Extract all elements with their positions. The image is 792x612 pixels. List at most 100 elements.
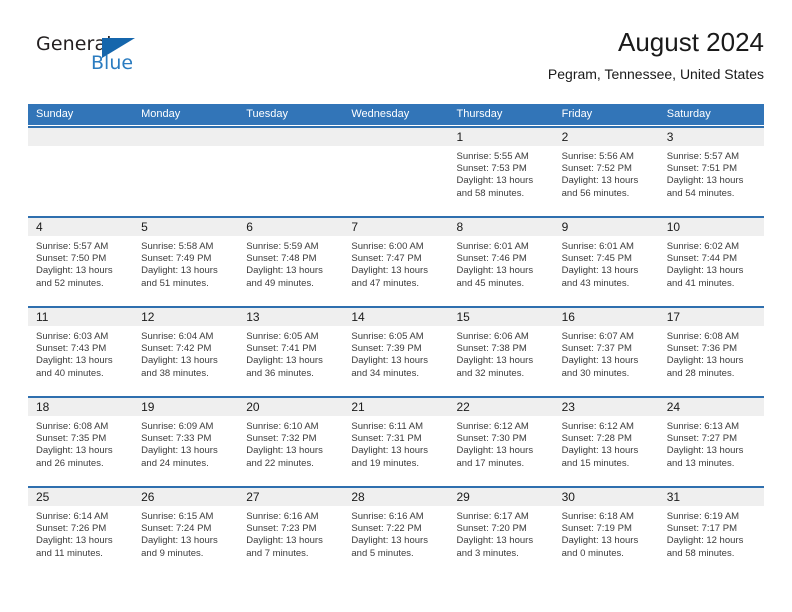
calendar-week-row: 11 12 13 14 15 16 17 Sunrise: 6:03 AM Su… <box>28 306 764 395</box>
day-number[interactable]: 5 <box>133 218 238 236</box>
day-number[interactable]: 26 <box>133 488 238 506</box>
day-number[interactable]: 21 <box>343 398 448 416</box>
day-cell[interactable]: Sunrise: 6:01 AM Sunset: 7:45 PM Dayligh… <box>554 236 659 305</box>
day-number[interactable]: 3 <box>659 128 764 146</box>
day-cell[interactable]: Sunrise: 6:00 AM Sunset: 7:47 PM Dayligh… <box>343 236 448 305</box>
day-number[interactable]: 2 <box>554 128 659 146</box>
day-number[interactable] <box>28 128 133 146</box>
day-cell[interactable]: Sunrise: 6:18 AM Sunset: 7:19 PM Dayligh… <box>554 506 659 575</box>
day-number[interactable]: 24 <box>659 398 764 416</box>
calendar-week-row: 4 5 6 7 8 9 10 Sunrise: 5:57 AM Sunset: … <box>28 216 764 305</box>
day-number[interactable]: 9 <box>554 218 659 236</box>
daylight-text-line1: Daylight: 13 hours <box>351 445 428 457</box>
day-cell[interactable]: Sunrise: 6:10 AM Sunset: 7:32 PM Dayligh… <box>238 416 343 485</box>
day-cell[interactable]: Sunrise: 6:02 AM Sunset: 7:44 PM Dayligh… <box>659 236 764 305</box>
weekday-header-friday: Friday <box>561 108 593 120</box>
day-cell[interactable]: Sunrise: 5:56 AM Sunset: 7:52 PM Dayligh… <box>554 146 659 215</box>
day-number[interactable]: 1 <box>449 128 554 146</box>
day-cell[interactable]: Sunrise: 6:09 AM Sunset: 7:33 PM Dayligh… <box>133 416 238 485</box>
day-cell[interactable] <box>133 146 238 215</box>
day-number[interactable]: 18 <box>28 398 133 416</box>
day-number[interactable]: 28 <box>343 488 448 506</box>
daylight-text-line2: and 40 minutes. <box>36 367 104 379</box>
day-number[interactable]: 13 <box>238 308 343 326</box>
daylight-text-line2: and 3 minutes. <box>456 547 519 559</box>
daylight-text-line2: and 41 minutes. <box>666 277 735 289</box>
daylight-text-line2: and 34 minutes. <box>351 367 419 379</box>
sunrise-text: Sunrise: 6:01 AM <box>456 241 529 252</box>
day-cell[interactable]: Sunrise: 6:06 AM Sunset: 7:38 PM Dayligh… <box>449 326 554 395</box>
day-number[interactable]: 19 <box>133 398 238 416</box>
brand-logo[interactable]: General Blue <box>36 33 156 79</box>
day-cell[interactable]: Sunrise: 6:17 AM Sunset: 7:20 PM Dayligh… <box>449 506 554 575</box>
day-number[interactable]: 17 <box>659 308 764 326</box>
day-number[interactable]: 6 <box>238 218 343 236</box>
day-cell[interactable]: Sunrise: 6:07 AM Sunset: 7:37 PM Dayligh… <box>554 326 659 395</box>
day-number[interactable]: 29 <box>449 488 554 506</box>
daylight-text-line2: and 49 minutes. <box>246 277 314 289</box>
day-cell[interactable]: Sunrise: 5:57 AM Sunset: 7:51 PM Dayligh… <box>659 146 764 215</box>
day-cell[interactable]: Sunrise: 5:55 AM Sunset: 7:53 PM Dayligh… <box>449 146 554 215</box>
day-number[interactable]: 20 <box>238 398 343 416</box>
sunrise-text: Sunrise: 6:08 AM <box>36 421 109 432</box>
day-cell[interactable]: Sunrise: 6:04 AM Sunset: 7:42 PM Dayligh… <box>133 326 238 395</box>
day-cell[interactable] <box>238 146 343 215</box>
day-number[interactable]: 7 <box>343 218 448 236</box>
weekday-header-thursday: Thursday <box>456 108 503 120</box>
day-number[interactable]: 12 <box>133 308 238 326</box>
sunrise-text: Sunrise: 6:14 AM <box>36 511 109 522</box>
daylight-text-line2: and 30 minutes. <box>561 367 630 379</box>
day-cell[interactable]: Sunrise: 6:12 AM Sunset: 7:30 PM Dayligh… <box>449 416 554 485</box>
sunset-text: Sunset: 7:43 PM <box>36 343 107 355</box>
day-number[interactable] <box>133 128 238 146</box>
day-cell[interactable] <box>28 146 133 215</box>
sunrise-text: Sunrise: 6:03 AM <box>36 331 109 342</box>
daylight-text-line2: and 28 minutes. <box>666 367 735 379</box>
day-number[interactable]: 14 <box>343 308 448 326</box>
day-cell[interactable]: Sunrise: 6:08 AM Sunset: 7:35 PM Dayligh… <box>28 416 133 485</box>
sunrise-text: Sunrise: 6:16 AM <box>351 511 424 522</box>
day-number[interactable]: 31 <box>659 488 764 506</box>
day-number[interactable]: 23 <box>554 398 659 416</box>
sunrise-text: Sunrise: 6:18 AM <box>561 511 634 522</box>
sunset-text: Sunset: 7:19 PM <box>561 523 632 535</box>
day-number[interactable]: 4 <box>28 218 133 236</box>
day-cell[interactable]: Sunrise: 6:05 AM Sunset: 7:41 PM Dayligh… <box>238 326 343 395</box>
day-number[interactable]: 22 <box>449 398 554 416</box>
day-number[interactable] <box>343 128 448 146</box>
day-cell[interactable]: Sunrise: 6:15 AM Sunset: 7:24 PM Dayligh… <box>133 506 238 575</box>
day-number[interactable]: 15 <box>449 308 554 326</box>
sunset-text: Sunset: 7:37 PM <box>561 343 632 355</box>
day-number[interactable]: 16 <box>554 308 659 326</box>
day-cell[interactable]: Sunrise: 5:59 AM Sunset: 7:48 PM Dayligh… <box>238 236 343 305</box>
sunset-text: Sunset: 7:27 PM <box>666 433 737 445</box>
day-cell[interactable]: Sunrise: 6:14 AM Sunset: 7:26 PM Dayligh… <box>28 506 133 575</box>
day-number[interactable]: 11 <box>28 308 133 326</box>
day-cell[interactable]: Sunrise: 6:13 AM Sunset: 7:27 PM Dayligh… <box>659 416 764 485</box>
sunset-text: Sunset: 7:45 PM <box>561 253 632 265</box>
sunrise-text: Sunrise: 6:13 AM <box>666 421 740 432</box>
day-cell[interactable]: Sunrise: 6:08 AM Sunset: 7:36 PM Dayligh… <box>659 326 764 395</box>
day-cell[interactable]: Sunrise: 5:57 AM Sunset: 7:50 PM Dayligh… <box>28 236 133 305</box>
day-number[interactable]: 30 <box>554 488 659 506</box>
sunset-text: Sunset: 7:51 PM <box>666 163 737 175</box>
day-cell[interactable]: Sunrise: 6:01 AM Sunset: 7:46 PM Dayligh… <box>449 236 554 305</box>
day-number[interactable]: 25 <box>28 488 133 506</box>
sunset-text: Sunset: 7:39 PM <box>351 343 422 355</box>
day-number[interactable]: 8 <box>449 218 554 236</box>
day-cell[interactable]: Sunrise: 6:11 AM Sunset: 7:31 PM Dayligh… <box>343 416 448 485</box>
day-cell[interactable]: Sunrise: 6:12 AM Sunset: 7:28 PM Dayligh… <box>554 416 659 485</box>
calendar-week-row: 18 19 20 21 22 23 24 Sunrise: 6:08 AM Su… <box>28 396 764 485</box>
day-cell[interactable]: Sunrise: 6:19 AM Sunset: 7:17 PM Dayligh… <box>659 506 764 575</box>
day-cell[interactable]: Sunrise: 6:05 AM Sunset: 7:39 PM Dayligh… <box>343 326 448 395</box>
daylight-text-line1: Daylight: 13 hours <box>246 445 323 457</box>
day-cell[interactable]: Sunrise: 6:03 AM Sunset: 7:43 PM Dayligh… <box>28 326 133 395</box>
day-cell[interactable]: Sunrise: 5:58 AM Sunset: 7:49 PM Dayligh… <box>133 236 238 305</box>
day-number[interactable] <box>238 128 343 146</box>
day-cell[interactable]: Sunrise: 6:16 AM Sunset: 7:23 PM Dayligh… <box>238 506 343 575</box>
daylight-text-line1: Daylight: 13 hours <box>351 355 428 367</box>
day-number[interactable]: 27 <box>238 488 343 506</box>
day-number[interactable]: 10 <box>659 218 764 236</box>
day-cell[interactable]: Sunrise: 6:16 AM Sunset: 7:22 PM Dayligh… <box>343 506 448 575</box>
day-cell[interactable] <box>343 146 448 215</box>
